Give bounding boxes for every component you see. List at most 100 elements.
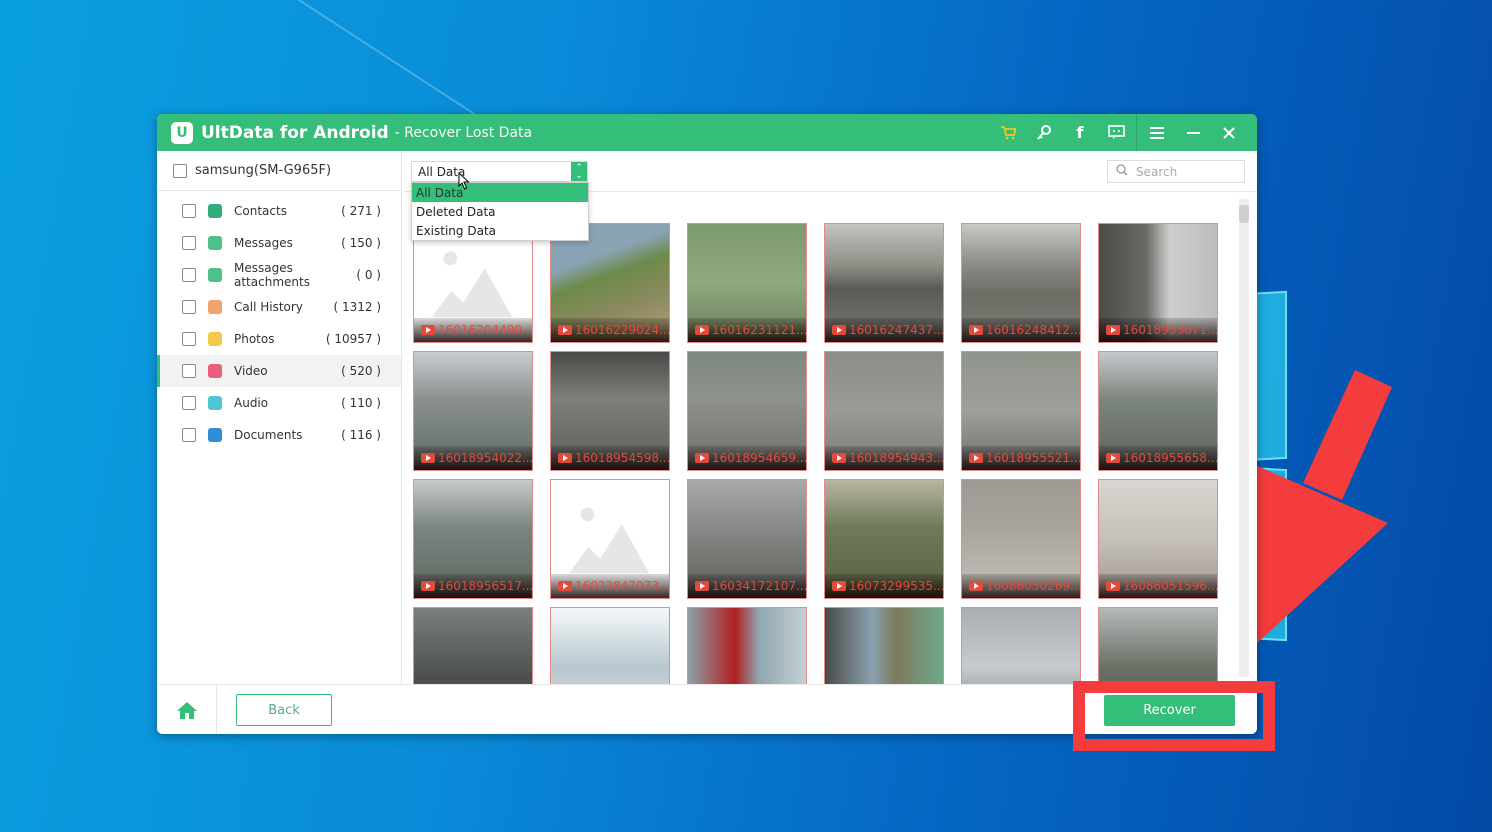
category-count: ( 0 ): [356, 268, 381, 282]
scrollbar[interactable]: [1239, 199, 1249, 677]
video-thumbnail[interactable]: 16086050269...: [961, 479, 1081, 599]
recover-button[interactable]: Recover: [1104, 695, 1235, 726]
video-filename: 16073299535...: [849, 579, 944, 593]
category-count: ( 116 ): [341, 428, 381, 442]
video-play-icon: [832, 453, 846, 463]
category-checkbox[interactable]: [182, 300, 196, 314]
category-label: Video: [234, 364, 268, 378]
category-checkbox[interactable]: [182, 428, 196, 442]
video-caption: 16016231121...: [688, 318, 806, 342]
video-caption: 16018954659...: [688, 446, 806, 470]
device-checkbox[interactable]: [173, 163, 187, 178]
video-filename: 16018954659...: [712, 451, 807, 465]
sidebar-item-photos[interactable]: Photos ( 10957 ): [157, 323, 401, 355]
video-caption: 16034172107...: [688, 574, 806, 598]
facebook-icon[interactable]: f: [1062, 114, 1098, 151]
video-thumbnail[interactable]: 16022847073...: [550, 479, 670, 599]
video-thumbnail[interactable]: 16018954659...: [687, 351, 807, 471]
video-play-icon: [1106, 325, 1120, 335]
video-play-icon: [558, 453, 572, 463]
scrollbar-thumb[interactable]: [1239, 205, 1249, 223]
filter-option-existing-data[interactable]: Existing Data: [412, 221, 588, 240]
category-sidebar: samsung(SM-G965F) Contacts ( 271 ) Message…: [157, 151, 402, 684]
sidebar-item-contacts[interactable]: Contacts ( 271 ): [157, 195, 401, 227]
video-caption: 16018956517...: [414, 574, 532, 598]
video-thumbnail[interactable]: 16018953671...: [1098, 223, 1218, 343]
video-filename: 16022847073...: [575, 579, 670, 593]
app-logo: U: [171, 121, 193, 144]
sidebar-item-video[interactable]: Video ( 520 ): [157, 355, 401, 387]
video-play-icon: [1106, 453, 1120, 463]
video-thumbnail[interactable]: 16016247437...: [824, 223, 944, 343]
category-label: Messages attachments: [234, 261, 310, 289]
video-play-icon: [558, 581, 572, 591]
video-filename: 16018954943...: [849, 451, 944, 465]
video-thumbnail[interactable]: 16018954943...: [824, 351, 944, 471]
menu-icon[interactable]: [1139, 114, 1175, 151]
video-thumbnail[interactable]: 16018955658...: [1098, 351, 1218, 471]
video-thumbnail[interactable]: 16073299535...: [824, 479, 944, 599]
device-row[interactable]: samsung(SM-G965F): [157, 151, 401, 191]
video-thumbnail[interactable]: 16018955521...: [961, 351, 1081, 471]
filter-option-deleted-data[interactable]: Deleted Data: [412, 202, 588, 221]
footer-bar: Back Recover: [157, 684, 1257, 734]
video-thumbnail[interactable]: 16016248412...: [961, 223, 1081, 343]
video-play-icon: [1106, 581, 1120, 591]
video-thumbnail[interactable]: 16018954598...: [550, 351, 670, 471]
video-thumbnail[interactable]: 16016229024...: [550, 223, 670, 343]
category-checkbox[interactable]: [182, 236, 196, 250]
sidebar-item-audio[interactable]: Audio ( 110 ): [157, 387, 401, 419]
video-thumbnail[interactable]: 16034172107...: [687, 479, 807, 599]
sidebar-item-documents[interactable]: Documents ( 116 ): [157, 419, 401, 451]
main-panel: All Data ⌃ ⌄ All Data Deleted Data Existing…: [403, 151, 1257, 727]
video-thumbnail[interactable]: 16018956517...: [413, 479, 533, 599]
video-play-icon: [421, 453, 435, 463]
video-thumbnail[interactable]: 16018954022...: [413, 351, 533, 471]
select-arrows-icon[interactable]: ⌃ ⌄: [571, 162, 587, 181]
video-play-icon: [558, 325, 572, 335]
home-icon: [176, 701, 197, 719]
title-separator: [1136, 114, 1137, 151]
video-play-icon: [969, 581, 983, 591]
cart-icon[interactable]: [990, 114, 1026, 151]
video-caption: 16018954598...: [551, 446, 669, 470]
home-button[interactable]: [157, 685, 217, 734]
category-checkbox[interactable]: [182, 204, 196, 218]
app-window: U UltData for Android - Recover Lost Dat…: [157, 114, 1257, 734]
minimize-icon[interactable]: [1175, 114, 1211, 151]
video-caption: 16022847073...: [551, 574, 669, 598]
category-count: ( 1312 ): [333, 300, 381, 314]
category-count: ( 520 ): [341, 364, 381, 378]
video-caption: 16016247437...: [825, 318, 943, 342]
filter-option-all-data[interactable]: All Data: [412, 183, 588, 202]
sidebar-item-call-history[interactable]: Call History ( 1312 ): [157, 291, 401, 323]
video-play-icon: [969, 453, 983, 463]
video-caption: 16018954943...: [825, 446, 943, 470]
video-caption: 16018953671...: [1099, 318, 1217, 342]
search-input[interactable]: Search: [1136, 165, 1177, 179]
video-play-icon: [695, 581, 709, 591]
back-button[interactable]: Back: [236, 694, 332, 726]
document-icon: [208, 428, 222, 442]
category-checkbox[interactable]: [182, 364, 196, 378]
close-icon[interactable]: [1211, 114, 1247, 151]
category-checkbox[interactable]: [182, 332, 196, 346]
feedback-icon[interactable]: [1098, 114, 1134, 151]
sidebar-item-messages[interactable]: Messages ( 150 ): [157, 227, 401, 259]
title-bar-controls: f: [990, 114, 1247, 151]
key-icon[interactable]: [1026, 114, 1062, 151]
sidebar-item-messages-attachments[interactable]: Messages attachments ( 0 ): [157, 259, 401, 291]
data-filter-select[interactable]: All Data ⌃ ⌄: [411, 161, 588, 182]
video-filename: 16034172107...: [712, 579, 807, 593]
video-filename: 16016229024...: [575, 323, 670, 337]
video-thumbnail[interactable]: 16016231121...: [687, 223, 807, 343]
video-filename: 16018953671...: [1123, 323, 1218, 337]
video-thumbnail[interactable]: 16016204490...: [413, 223, 533, 343]
category-checkbox[interactable]: [182, 396, 196, 410]
video-filename: 16018955658...: [1123, 451, 1218, 465]
category-label: Documents: [234, 428, 303, 442]
search-box[interactable]: Search: [1107, 160, 1245, 183]
category-checkbox[interactable]: [182, 268, 196, 282]
category-label: Audio: [234, 396, 269, 410]
video-thumbnail[interactable]: 16086051596...: [1098, 479, 1218, 599]
